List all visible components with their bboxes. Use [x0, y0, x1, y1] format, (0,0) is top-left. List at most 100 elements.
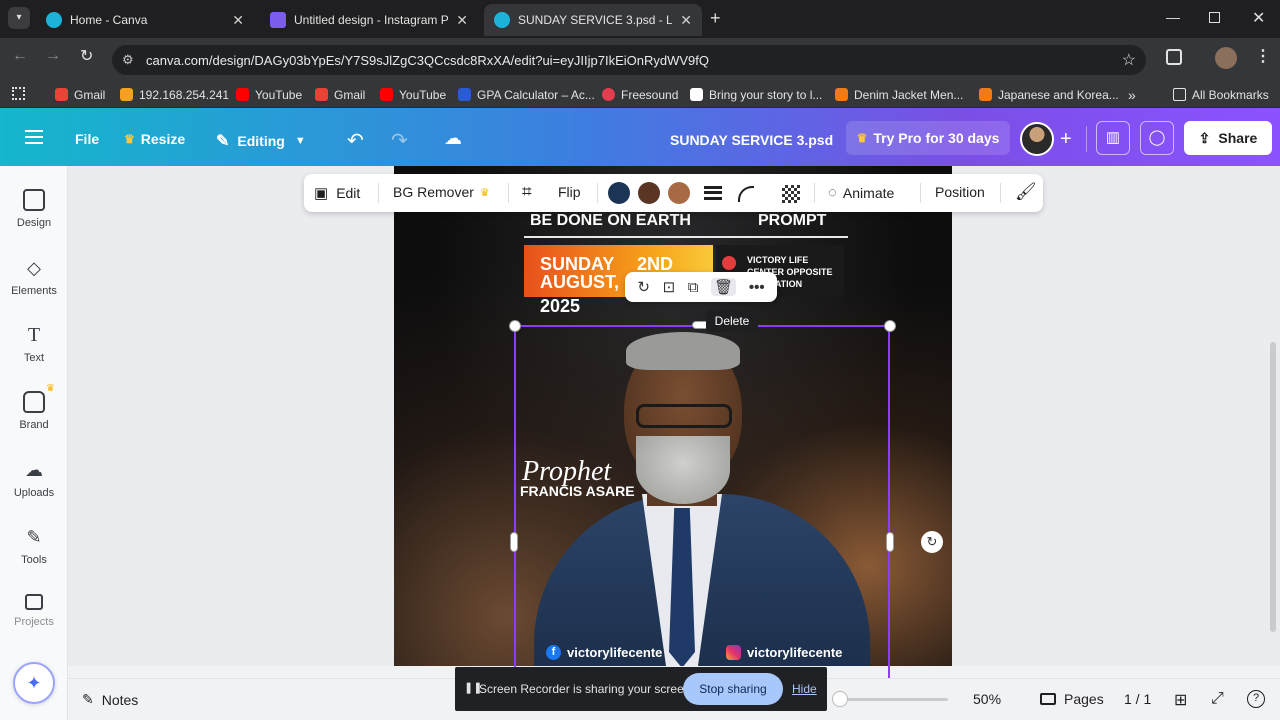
apps-grid-icon[interactable]	[12, 87, 25, 100]
bg-remover-button[interactable]: BG Remover ♛	[393, 184, 490, 200]
close-tab-icon[interactable]: ✕	[232, 12, 244, 29]
edit-image-button[interactable]: ▣ Edit	[314, 184, 360, 202]
redo-icon[interactable]: ↷	[391, 128, 408, 153]
headline-right[interactable]: PROMPT	[758, 212, 826, 230]
border-style-icon[interactable]	[704, 186, 722, 200]
close-tab-icon[interactable]: ✕	[680, 12, 692, 29]
close-tab-icon[interactable]: ✕	[456, 12, 468, 29]
cloud-saved-icon[interactable]: ☁	[444, 128, 462, 149]
sidebar-item-text[interactable]: T Text	[0, 324, 68, 364]
notes-button[interactable]: ✎ Notes	[82, 691, 138, 708]
transparency-icon[interactable]	[782, 185, 800, 203]
user-avatar[interactable]	[1020, 122, 1054, 156]
browser-menu-icon[interactable]: ⋮	[1255, 46, 1271, 66]
selection-handle-tr[interactable]	[884, 320, 896, 332]
fullscreen-icon[interactable]: ⤢	[1211, 690, 1224, 708]
magic-assistant-button[interactable]: ✦	[13, 662, 55, 704]
grid-view-icon[interactable]: ⊞	[1174, 690, 1187, 710]
help-icon[interactable]: ?	[1247, 690, 1265, 708]
venue-line-1[interactable]: VICTORY LIFE	[747, 255, 808, 265]
pages-button[interactable]: Pages	[1040, 691, 1104, 707]
selection-handle-left[interactable]	[510, 532, 518, 552]
hide-link[interactable]: Hide	[792, 682, 817, 696]
color-swatch-3[interactable]	[668, 182, 690, 204]
bookmark-label: Gmail	[74, 87, 106, 102]
reload-icon[interactable]: ↻	[80, 46, 93, 66]
sidebar-item-uploads[interactable]: ☁ Uploads	[0, 459, 68, 499]
all-bookmarks[interactable]: All Bookmarks	[1173, 86, 1269, 103]
vertical-scrollbar[interactable]	[1270, 342, 1276, 632]
animate-button[interactable]: ◌ Animate	[828, 184, 894, 201]
rotate-icon[interactable]: ↻	[637, 278, 650, 296]
main-menu-icon[interactable]	[25, 130, 43, 144]
rotate-handle-icon[interactable]: ↻	[921, 531, 943, 553]
share-label: Share	[1218, 130, 1258, 146]
bookmark-youtube[interactable]: YouTube	[236, 86, 302, 103]
bookmark-gmail-2[interactable]: Gmail	[315, 86, 365, 103]
bookmark-japanese[interactable]: Japanese and Korea...	[979, 86, 1119, 103]
selection-handle-right[interactable]	[886, 532, 894, 552]
resize-button[interactable]: ♛ Resize	[124, 131, 185, 147]
sidebar-item-projects[interactable]: Projects	[0, 594, 68, 628]
undo-icon[interactable]: ↶	[347, 128, 364, 153]
selection-frame[interactable]	[514, 325, 890, 680]
close-window-icon[interactable]: ✕	[1252, 8, 1265, 28]
site-info-icon[interactable]: ⚙	[122, 52, 134, 68]
forward-icon[interactable]: →	[45, 47, 61, 65]
sidebar-item-elements[interactable]: ◇ Elements	[0, 257, 68, 297]
trash-icon[interactable]: 🗑	[711, 278, 737, 296]
date-line-2[interactable]: AUGUST,	[540, 272, 619, 293]
date-line-3[interactable]: 2025	[540, 296, 580, 317]
document-title[interactable]: SUNDAY SERVICE 3.psd	[670, 132, 833, 148]
stop-sharing-button[interactable]: Stop sharing	[683, 673, 783, 705]
sidebar-item-brand[interactable]: ♛ Brand	[0, 383, 68, 431]
flip-button[interactable]: Flip	[558, 184, 581, 200]
bookmark-gpa[interactable]: GPA Calculator – Ac...	[458, 86, 595, 103]
zoom-slider-thumb[interactable]	[832, 691, 848, 707]
new-tab-icon[interactable]: +	[710, 8, 721, 29]
bookmark-youtube-2[interactable]: YouTube	[380, 86, 446, 103]
bookmark-router[interactable]: 192.168.254.241	[120, 86, 229, 103]
tab-untitled-design[interactable]: Untitled design - Instagram Pos ✕	[260, 4, 478, 36]
more-bookmarks-icon[interactable]: »	[1128, 86, 1136, 103]
bookmark-star-icon[interactable]: ☆	[1122, 50, 1136, 70]
tab-home-canva[interactable]: Home - Canva ✕	[36, 4, 254, 36]
editing-mode-button[interactable]: ✎ Editing ▼	[216, 131, 306, 151]
duplicate-icon[interactable]: ⧉	[688, 279, 699, 296]
extensions-icon[interactable]	[1166, 49, 1182, 65]
bookmark-freesound[interactable]: Freesound	[602, 86, 678, 103]
color-swatch-1[interactable]	[608, 182, 630, 204]
bookmark-denim[interactable]: Denim Jacket Men...	[835, 86, 963, 103]
restore-icon[interactable]	[1209, 12, 1220, 23]
more-options-icon[interactable]: •••	[749, 279, 765, 296]
add-collaborator-icon[interactable]: +	[1060, 128, 1072, 151]
headline-left[interactable]: BE DONE ON EARTH	[530, 212, 691, 230]
sidebar-item-design[interactable]: Design	[0, 189, 68, 229]
zoom-level[interactable]: 50%	[973, 691, 1001, 707]
tab-sunday-service[interactable]: SUNDAY SERVICE 3.psd - Linke ✕	[484, 4, 702, 36]
selection-handle-tl[interactable]	[509, 320, 521, 332]
profile-avatar[interactable]	[1215, 47, 1237, 69]
folder-icon	[1173, 88, 1186, 101]
bookmark-gmail[interactable]: Gmail	[55, 86, 105, 103]
share-button[interactable]: ⇪ Share	[1184, 121, 1272, 155]
file-menu-button[interactable]: File	[75, 131, 99, 147]
bookmark-story[interactable]: Bring your story to l...	[690, 86, 822, 103]
position-button[interactable]: Position	[935, 184, 985, 200]
copy-style-icon[interactable]: 🖌	[1015, 182, 1037, 202]
lock-icon[interactable]: ⊡	[663, 278, 676, 296]
canva-favicon-icon	[494, 12, 510, 28]
corner-rounding-icon[interactable]	[738, 186, 754, 202]
crop-icon[interactable]: ⌗	[522, 182, 532, 202]
color-swatch-2[interactable]	[638, 182, 660, 204]
back-icon[interactable]: ←	[12, 47, 28, 65]
minimize-icon[interactable]: —	[1166, 9, 1180, 25]
address-bar[interactable]: ⚙ canva.com/design/DAGy03bYpEs/Y7S9sJlZg…	[112, 45, 1146, 75]
pencil-icon: ✎	[216, 133, 230, 150]
insights-icon[interactable]: ▥	[1096, 121, 1130, 155]
try-pro-button[interactable]: ♛ Try Pro for 30 days	[846, 121, 1010, 155]
zoom-slider[interactable]	[840, 698, 948, 701]
comments-icon[interactable]: ◯	[1140, 121, 1174, 155]
tab-search-button[interactable]: ▾	[8, 7, 30, 29]
sidebar-item-tools[interactable]: ✎ Tools	[0, 526, 68, 566]
